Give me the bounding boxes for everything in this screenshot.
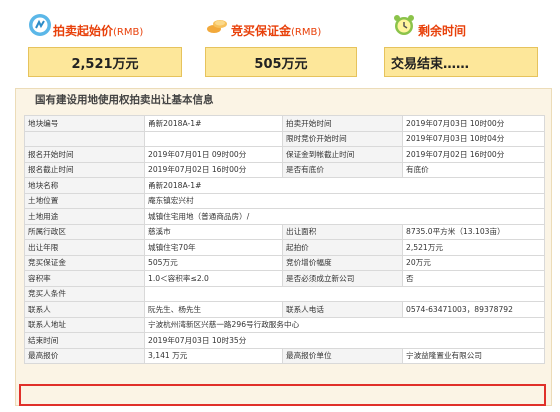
table-row: 联系人 阮先生、杨先生 联系人电话 0574-63471003，89378792 (24, 301, 545, 318)
table-row: 最高报价 3,141 万元 最高报价单位 宁波益隆置业有限公司 (24, 347, 545, 364)
row-label: 起拍价 (282, 239, 403, 256)
row-value: 否 (402, 270, 545, 287)
row-value: 0574-63471003，89378792 (402, 301, 545, 318)
row-label: 竞买人条件 (24, 285, 145, 302)
coins-icon (207, 20, 227, 33)
row-value: 慈溪市 (144, 223, 283, 240)
row-label: 报名截止时间 (24, 161, 145, 178)
row-value: 3,141 万元 (144, 347, 283, 364)
row-value (144, 130, 283, 147)
row-value: 甬新2018A-1# (144, 177, 545, 194)
table-row: 土地用途 城镇住宅用地（普通商品房）/ (24, 208, 545, 225)
deposit-title: 竞买保证金(RMB) (231, 24, 322, 38)
row-label: 出让面积 (282, 223, 403, 240)
table-row: 出让年限 城镇住宅70年 起拍价 2,521万元 (24, 239, 545, 256)
row-label: 报名开始时间 (24, 146, 145, 163)
row-value: 20万元 (402, 254, 545, 271)
row-value: 城镇住宅用地（普通商品房）/ (144, 208, 545, 225)
row-label (24, 130, 145, 147)
row-label: 竞价增价幅度 (282, 254, 403, 271)
row-label: 保证金到帐截止时间 (282, 146, 403, 163)
table-row: 报名开始时间 2019年07月01日 09时00分 保证金到帐截止时间 2019年07… (24, 146, 545, 163)
table-row: 土地位置 庵东镇宏兴村 (24, 192, 545, 209)
row-label: 地块名称 (24, 177, 145, 194)
row-label: 拍卖开始时间 (282, 115, 403, 132)
row-label: 是否有底价 (282, 161, 403, 178)
money-bag-icon (29, 14, 51, 36)
info-title: 国有建设用地使用权拍卖出让基本信息 (35, 93, 214, 106)
table-row: 地块名称 甬新2018A-1# (24, 177, 545, 194)
row-value: 2019年07月02日 16时00分 (402, 146, 545, 163)
deposit-value: 505万元 (205, 47, 357, 77)
row-value: 505万元 (144, 254, 283, 271)
row-value: 阮先生、杨先生 (144, 301, 283, 318)
table-row: 容积率 1.0＜容积率≤2.0 是否必须成立新公司否 (24, 270, 545, 287)
row-label: 地块编号 (24, 115, 145, 132)
row-value: 2019年07月02日 16时00分 (144, 161, 283, 178)
table-row: 联系人地址 宁波杭州湾新区兴慈一路296号行政服务中心 (24, 316, 545, 333)
table-row: 结束时间 2019年07月03日 10时35分 (24, 332, 545, 349)
table-row: 地块编号 甬新2018A-1# 拍卖开始时间 2019年07月03日 10时00分 (24, 115, 545, 132)
table-row: 限时竞价开始时间 2019年07月03日 10时04分 (24, 130, 545, 147)
info-table: 地块编号 甬新2018A-1# 拍卖开始时间 2019年07月03日 10时00分 限时… (24, 115, 545, 364)
row-value: 宁波益隆置业有限公司 (402, 347, 545, 364)
row-value: 1.0＜容积率≤2.0 (144, 270, 283, 287)
row-value: 有底价 (402, 161, 545, 178)
row-label: 联系人地址 (24, 316, 145, 333)
row-label: 联系人 (24, 301, 145, 318)
row-value: 庵东镇宏兴村 (144, 192, 545, 209)
row-label: 出让年限 (24, 239, 145, 256)
row-value: 2019年07月03日 10时00分 (402, 115, 545, 132)
time-left-value: 交易结束…… (384, 47, 538, 77)
row-value: 2019年07月03日 10时35分 (144, 332, 545, 349)
row-label: 竞买保证金 (24, 254, 145, 271)
row-value: 城镇住宅70年 (144, 239, 283, 256)
row-label: 最高报价单位 (282, 347, 403, 364)
table-row: 竞买人条件 (24, 285, 545, 302)
row-value: 宁波杭州湾新区兴慈一路296号行政服务中心 (144, 316, 545, 333)
row-value: 2019年07月01日 09时00分 (144, 146, 283, 163)
row-value (144, 285, 545, 302)
row-label: 土地位置 (24, 192, 145, 209)
start-price-value: 2,521万元 (28, 47, 182, 77)
table-row: 竞买保证金 505万元 竞价增价幅度 20万元 (24, 254, 545, 271)
row-value: 8735.0平方米（13.103亩） (402, 223, 545, 240)
row-value: 甬新2018A-1# (144, 115, 283, 132)
table-row: 所属行政区 慈溪市 出让面积 8735.0平方米（13.103亩） (24, 223, 545, 240)
row-label: 结束时间 (24, 332, 145, 349)
row-label: 土地用途 (24, 208, 145, 225)
row-value: 2,521万元 (402, 239, 545, 256)
row-label: 是否必须成立新公司 (282, 270, 403, 287)
row-label: 限时竞价开始时间 (282, 130, 403, 147)
table-row: 报名截止时间 2019年07月02日 16时00分 是否有底价 有底价 (24, 161, 545, 178)
row-label: 最高报价 (24, 347, 145, 364)
row-label: 所属行政区 (24, 223, 145, 240)
row-label: 容积率 (24, 270, 145, 287)
row-value: 2019年07月03日 10时04分 (402, 130, 545, 147)
time-left-title: 剩余时间 (418, 24, 467, 38)
row-label: 联系人电话 (282, 301, 403, 318)
alarm-clock-icon (394, 15, 414, 35)
start-price-title: 拍卖起始价(RMB) (53, 24, 144, 38)
